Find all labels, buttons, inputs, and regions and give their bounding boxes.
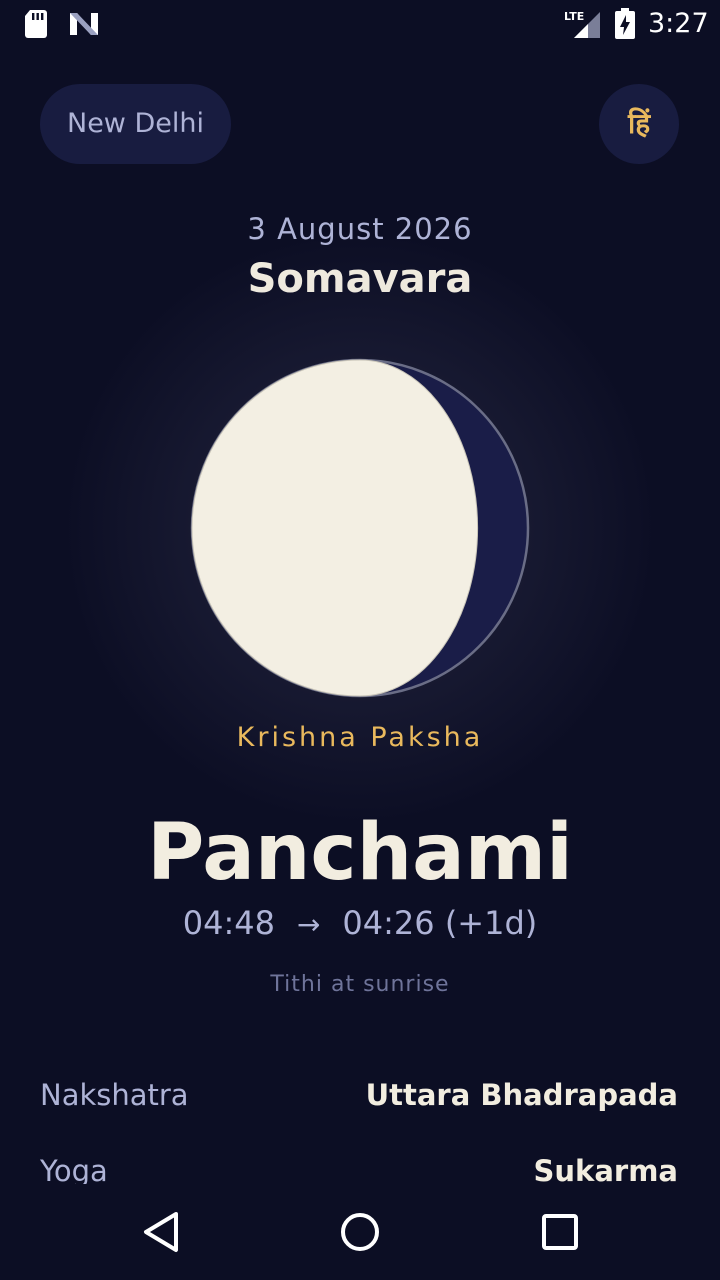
tithi-time-range: 04:48 → 04:26 (+1d) [0, 904, 720, 942]
n-icon [70, 13, 98, 35]
tithi-name: Panchami [147, 808, 573, 898]
status-bar: LTE 3:27 [0, 0, 720, 48]
tithi-start-time: 04:48 [182, 904, 275, 942]
paksha-label: Krishna Paksha [236, 722, 484, 753]
arrow-right-icon: → [296, 908, 321, 941]
svg-text:LTE: LTE [564, 10, 584, 23]
clock: 3:27 [648, 8, 709, 39]
yoga-value: Sukarma [533, 1154, 678, 1184]
battery-charging-icon [615, 8, 635, 39]
moon-phase-icon [190, 358, 530, 698]
city-selector-button[interactable]: New Delhi [40, 84, 231, 164]
nakshatra-label: Nakshatra [40, 1078, 189, 1112]
nakshatra-value: Uttara Bhadrapada [365, 1078, 678, 1112]
tithi-end-time: 04:26 (+1d) [342, 904, 538, 942]
moon-lit-portion [191, 359, 479, 697]
yoga-label: Yoga [40, 1154, 108, 1184]
tithi-note: Tithi at sunrise [270, 972, 450, 997]
panchang-details-list[interactable]: Nakshatra Uttara Bhadrapada Yoga Sukarma [0, 1060, 720, 1184]
lte-signal-icon: LTE [564, 10, 600, 38]
sd-card-icon [25, 10, 47, 38]
language-toggle-button[interactable]: हिं [599, 84, 679, 164]
recents-icon[interactable] [540, 1212, 580, 1252]
home-icon[interactable] [338, 1210, 382, 1254]
back-icon[interactable] [138, 1208, 184, 1256]
navigation-bar [0, 1184, 720, 1280]
app-screen: LTE 3:27 New Delhi हिं 3 August 2026 Som… [0, 0, 720, 1280]
